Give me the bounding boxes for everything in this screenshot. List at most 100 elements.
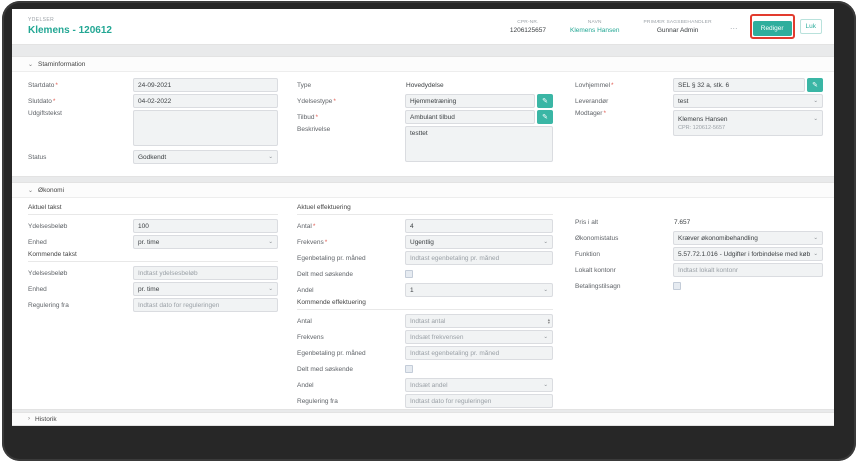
section-title: Historik — [35, 415, 57, 423]
section-title: Staminformation — [38, 60, 86, 68]
lokalt-kontonr-input[interactable] — [673, 263, 823, 277]
lokalt-kontonr-label: Lokalt kontonr — [575, 266, 616, 274]
field-status: Status Godkendt ⌄ — [28, 150, 278, 164]
kommende-ydelsesbelob-input[interactable] — [133, 266, 278, 280]
frekvens-label: Frekvens* — [297, 238, 328, 246]
field-type: Type Hovedydelse — [297, 78, 553, 92]
kommende-ydelsesbelob-label: Ydelsesbeløb — [28, 269, 68, 277]
beskrivelse-textarea[interactable]: testtet — [405, 126, 553, 162]
enhed-value: pr. time — [138, 238, 160, 246]
number-spinner[interactable]: ▴ ▾ — [548, 317, 550, 325]
udgiftstekst-textarea[interactable] — [133, 110, 278, 146]
field-lokalt-kontonr: Lokalt kontonr — [575, 263, 823, 277]
tilbud-input[interactable] — [405, 110, 535, 124]
section-title: Økonomi — [38, 186, 65, 194]
modtager-select[interactable]: Klemens Hansen ⌄ CPR: 120612-5657 — [673, 110, 823, 136]
startdato-input[interactable] — [133, 78, 278, 92]
ydelsesbelob-input[interactable] — [133, 219, 278, 233]
field-betalingstilsagn: Betalingstilsagn — [575, 279, 823, 293]
chevron-down-icon: ⌄ — [28, 187, 34, 194]
edit-pencil-icon: ✎ — [542, 98, 548, 105]
field-regulering-fra: Regulering fra — [28, 298, 278, 312]
andel-value: 1 — [410, 286, 414, 294]
kommende-egenbetaling-input[interactable] — [405, 346, 553, 360]
udgiftstekst-label: Udgiftstekst — [28, 110, 62, 117]
luk-button[interactable]: Luk — [799, 19, 822, 34]
section-staminformation: ⌄ Staminformation Startdato* Slutdato* U… — [12, 56, 834, 177]
status-label: Status — [28, 153, 47, 161]
staminformation-section-header[interactable]: ⌄ Staminformation — [12, 57, 834, 72]
more-menu-icon[interactable]: … — [730, 22, 738, 30]
chevron-down-icon: ⌄ — [268, 286, 273, 292]
section-okonomi: ⌄ Økonomi Aktuel takst Ydelsesbeløb Enhe… — [12, 182, 834, 410]
betalingstilsagn-checkbox[interactable] — [673, 282, 681, 290]
okonomistatus-select[interactable]: Kræver økonomibehandling ⌄ — [673, 231, 823, 245]
oko-column-1: Aktuel takst Ydelsesbeløb Enhed pr. time… — [28, 202, 278, 314]
andel-select[interactable]: 1 ⌄ — [405, 283, 553, 297]
pris-i-alt-label: Pris i alt — [575, 218, 599, 226]
oko-column-2: Aktuel effektuering Antal* Frekvens* Uge… — [297, 202, 553, 410]
kommende-egenbetaling-label: Egenbetaling pr. måned — [297, 349, 366, 357]
field-funktion: Funktion 5.57.72.1.016 - Udgifter i forb… — [575, 247, 823, 261]
edit-pencil-icon: ✎ — [542, 114, 548, 121]
ydelsestype-edit-button[interactable]: ✎ — [537, 94, 553, 108]
chevron-down-icon: ⌄ — [813, 98, 818, 104]
field-lovhjemmel: Lovhjemmel* ✎ — [575, 78, 823, 92]
kommende-antal-stepper[interactable]: ▴▾ — [405, 314, 553, 328]
spinner-down-icon[interactable]: ▾ — [548, 321, 550, 325]
field-egenbetaling: Egenbetaling pr. måned — [297, 251, 553, 265]
app-window: YDELSER Klemens - 120612 CPR-NR. 1206125… — [12, 9, 834, 426]
chevron-down-icon: ⌄ — [543, 382, 548, 388]
chevron-down-icon: ⌄ — [268, 239, 273, 245]
field-udgiftstekst: Udgiftstekst — [28, 110, 278, 146]
chevron-down-icon: ⌄ — [28, 61, 34, 68]
okonomi-body: Aktuel takst Ydelsesbeløb Enhed pr. time… — [12, 198, 834, 409]
antal-input[interactable] — [405, 219, 553, 233]
kommende-andel-select[interactable]: Indsæt andel ⌄ — [405, 378, 553, 392]
chevron-down-icon: ⌄ — [813, 251, 818, 257]
field-antal: Antal* — [297, 219, 553, 233]
cpr-value: 1206125657 — [509, 26, 546, 34]
kommende-frekvens-value: Indsæt frekvensen — [410, 333, 464, 341]
regulering-fra-input[interactable] — [133, 298, 278, 312]
funktion-select[interactable]: 5.57.72.1.016 - Udgifter i forbindelse m… — [673, 247, 823, 261]
okonomi-section-header[interactable]: ⌄ Økonomi — [12, 183, 834, 198]
kommende-antal-label: Antal — [297, 317, 312, 325]
page-header: YDELSER Klemens - 120612 CPR-NR. 1206125… — [12, 9, 834, 45]
kommende-frekvens-select[interactable]: Indsæt frekvensen ⌄ — [405, 330, 553, 344]
frekvens-select[interactable]: Ugentlig ⌄ — [405, 235, 553, 249]
field-kommende-egenbetaling: Egenbetaling pr. måned — [297, 346, 553, 360]
modtager-cpr-subtext: CPR: 120612-5657 — [678, 124, 726, 131]
required-star: * — [333, 97, 336, 105]
oko-column-3: Pris i alt 7.657 Økonomistatus Kræver øk… — [575, 202, 823, 295]
delt-med-soskende-label: Delt med søskende — [297, 270, 353, 278]
type-value: Hovedydelse — [406, 81, 444, 89]
kommende-frekvens-label: Frekvens — [297, 333, 324, 341]
egenbetaling-input[interactable] — [405, 251, 553, 265]
field-frekvens: Frekvens* Ugentlig ⌄ — [297, 235, 553, 249]
aktuel-takst-subheader: Aktuel takst — [28, 204, 278, 215]
ydelsestype-input[interactable] — [405, 94, 535, 108]
slutdato-input[interactable] — [133, 94, 278, 108]
staminformation-body: Startdato* Slutdato* Udgiftstekst Status — [12, 72, 834, 176]
kommende-delt-med-soskende-checkbox[interactable] — [405, 365, 413, 373]
lovhjemmel-edit-button[interactable]: ✎ — [807, 78, 823, 92]
chevron-down-icon: ⌄ — [543, 287, 548, 293]
kommende-regulering-fra-input[interactable] — [405, 394, 553, 408]
tilbud-edit-button[interactable]: ✎ — [537, 110, 553, 124]
kommende-antal-input[interactable] — [410, 317, 548, 325]
historik-section-header[interactable]: › Historik — [12, 412, 834, 426]
lovhjemmel-input[interactable] — [673, 78, 805, 92]
rediger-button[interactable]: Rediger — [752, 21, 792, 36]
required-star: * — [52, 97, 56, 105]
status-select[interactable]: Godkendt ⌄ — [133, 150, 278, 164]
field-kommende-frekvens: Frekvens Indsæt frekvensen ⌄ — [297, 330, 553, 344]
aktuel-effektuering-subheader: Aktuel effektuering — [297, 204, 553, 215]
delt-med-soskende-checkbox[interactable] — [405, 270, 413, 278]
chevron-down-icon: ⌄ — [268, 154, 273, 160]
enhed-select[interactable]: pr. time ⌄ — [133, 235, 278, 249]
kommende-enhed-select[interactable]: pr. time ⌄ — [133, 282, 278, 296]
navn-link[interactable]: Klemens Hansen — [570, 27, 620, 34]
leverandor-select[interactable]: test ⌄ — [673, 94, 823, 108]
modtager-label: Modtager* — [575, 110, 606, 117]
